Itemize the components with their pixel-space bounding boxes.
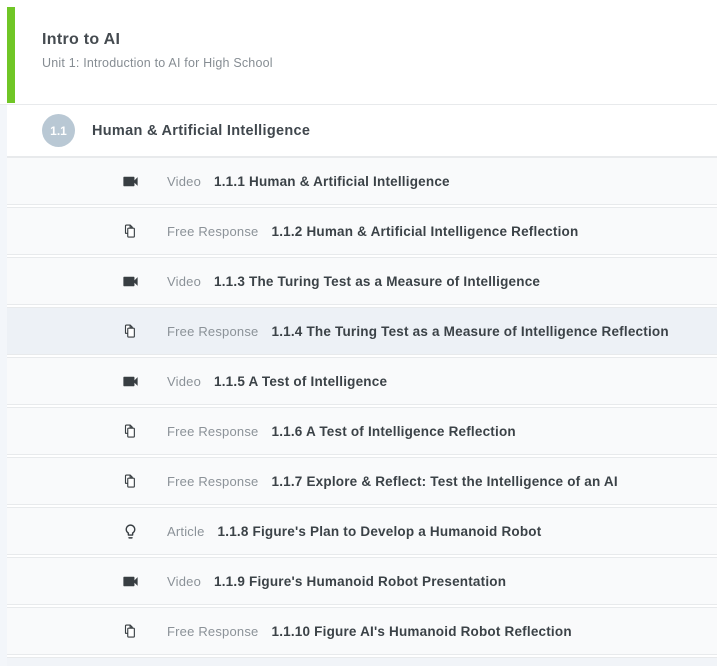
item-type-label: Video bbox=[167, 174, 201, 189]
section-number-badge: 1.1 bbox=[42, 114, 75, 147]
item-type-label: Video bbox=[167, 274, 201, 289]
section-header[interactable]: 1.1 Human & Artificial Intelligence bbox=[7, 105, 717, 157]
lesson-list: Video 1.1.1 Human & Artificial Intellige… bbox=[7, 157, 717, 666]
item-type-label: Free Response bbox=[167, 474, 258, 489]
course-title: Intro to AI bbox=[42, 31, 697, 49]
item-title: 1.1.5 A Test of Intelligence bbox=[214, 374, 387, 389]
item-type-label: Article bbox=[167, 524, 205, 539]
copy-pages-icon bbox=[120, 422, 140, 440]
list-item[interactable]: Video 1.1.5 A Test of Intelligence bbox=[7, 357, 717, 405]
item-title: 1.1.10 Figure AI's Humanoid Robot Reflec… bbox=[271, 624, 571, 639]
copy-pages-icon bbox=[120, 322, 140, 340]
item-type-label: Free Response bbox=[167, 224, 258, 239]
lightbulb-icon bbox=[120, 523, 140, 540]
list-item[interactable]: Free Response 1.1.7 Explore & Reflect: T… bbox=[7, 457, 717, 505]
section-title: Human & Artificial Intelligence bbox=[92, 123, 310, 139]
list-item[interactable]: Free Response 1.1.6 A Test of Intelligen… bbox=[7, 407, 717, 455]
video-camera-icon bbox=[120, 372, 140, 391]
item-type-label: Video bbox=[167, 574, 201, 589]
list-item[interactable]: Free Response 1.1.10 Figure AI's Humanoi… bbox=[7, 607, 717, 655]
list-item[interactable]: Video 1.1.3 The Turing Test as a Measure… bbox=[7, 257, 717, 305]
item-type-label: Video bbox=[167, 374, 201, 389]
course-subtitle: Unit 1: Introduction to AI for High Scho… bbox=[42, 56, 697, 70]
copy-pages-icon bbox=[120, 622, 140, 640]
list-item[interactable]: Article 1.1.8 Figure's Plan to Develop a… bbox=[7, 507, 717, 555]
list-item-partial[interactable] bbox=[7, 657, 717, 666]
copy-pages-icon bbox=[120, 472, 140, 490]
video-camera-icon bbox=[120, 272, 140, 291]
list-item[interactable]: Video 1.1.1 Human & Artificial Intellige… bbox=[7, 157, 717, 205]
list-item[interactable]: Free Response 1.1.4 The Turing Test as a… bbox=[7, 307, 717, 355]
item-title: 1.1.3 The Turing Test as a Measure of In… bbox=[214, 274, 540, 289]
item-title: 1.1.4 The Turing Test as a Measure of In… bbox=[271, 324, 668, 339]
item-title: 1.1.7 Explore & Reflect: Test the Intell… bbox=[271, 474, 617, 489]
video-camera-icon bbox=[120, 572, 140, 591]
item-type-label: Free Response bbox=[167, 624, 258, 639]
item-type-label: Free Response bbox=[167, 324, 258, 339]
list-item[interactable]: Free Response 1.1.2 Human & Artificial I… bbox=[7, 207, 717, 255]
item-title: 1.1.1 Human & Artificial Intelligence bbox=[214, 174, 450, 189]
course-header: Intro to AI Unit 1: Introduction to AI f… bbox=[0, 0, 717, 105]
item-type-label: Free Response bbox=[167, 424, 258, 439]
list-item[interactable]: Video 1.1.9 Figure's Humanoid Robot Pres… bbox=[7, 557, 717, 605]
green-accent-bar bbox=[7, 7, 15, 103]
item-title: 1.1.9 Figure's Humanoid Robot Presentati… bbox=[214, 574, 506, 589]
item-title: 1.1.2 Human & Artificial Intelligence Re… bbox=[271, 224, 578, 239]
video-camera-icon bbox=[120, 172, 140, 191]
item-title: 1.1.8 Figure's Plan to Develop a Humanoi… bbox=[218, 524, 542, 539]
item-title: 1.1.6 A Test of Intelligence Reflection bbox=[271, 424, 515, 439]
copy-pages-icon bbox=[120, 222, 140, 240]
